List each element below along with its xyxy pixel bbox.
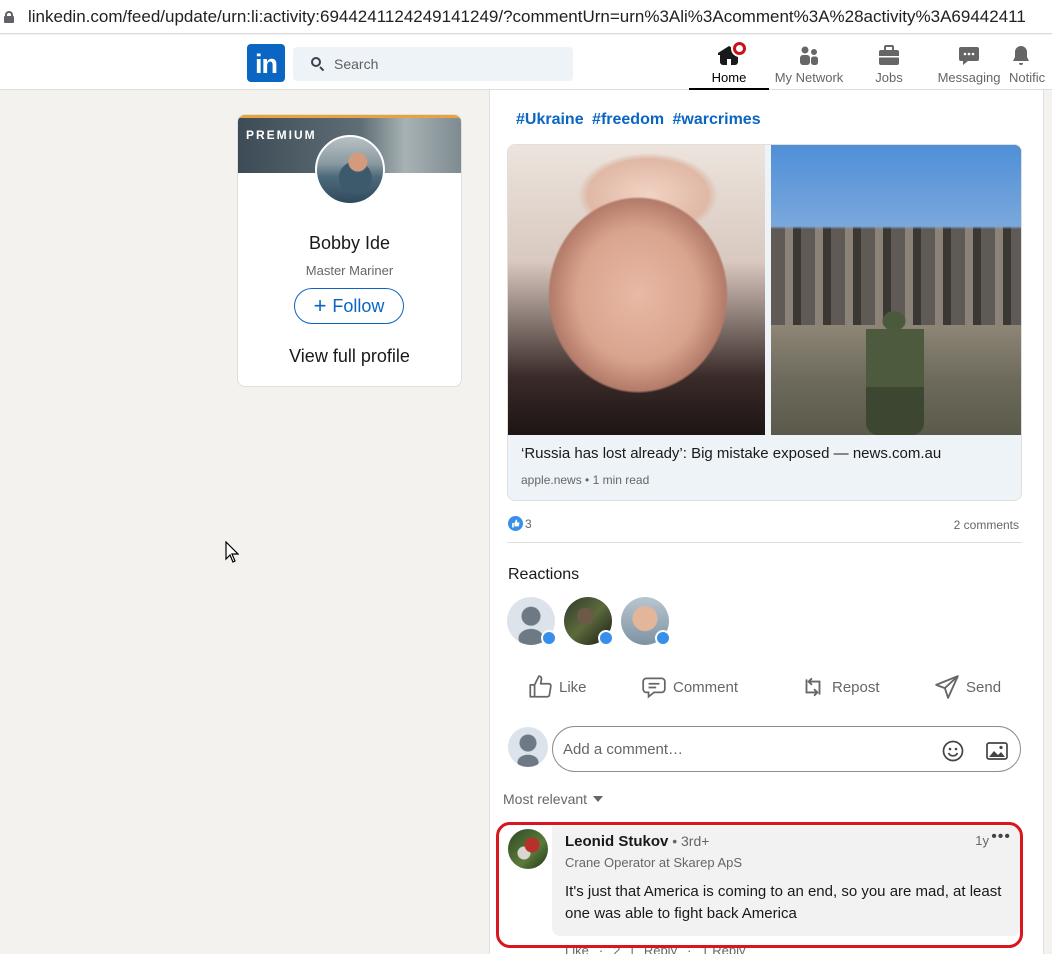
nav-home[interactable]: Home bbox=[689, 35, 769, 90]
send-icon bbox=[935, 675, 959, 699]
soldier-figure bbox=[866, 307, 924, 435]
send-button[interactable]: Send bbox=[934, 674, 1001, 700]
repost-button[interactable]: Repost bbox=[800, 674, 880, 700]
comment-button[interactable]: Comment bbox=[641, 674, 738, 700]
mouse-cursor-icon bbox=[225, 541, 239, 563]
image-icon[interactable] bbox=[985, 739, 1009, 763]
repost-label: Repost bbox=[832, 678, 880, 696]
search-input[interactable]: Search bbox=[293, 47, 573, 81]
reactor-avatar[interactable] bbox=[621, 597, 671, 646]
url-text[interactable]: linkedin.com/feed/update/urn:li:activity… bbox=[28, 7, 1026, 27]
search-placeholder: Search bbox=[334, 56, 379, 72]
hashtag-link[interactable]: #freedom bbox=[592, 111, 664, 128]
comment-input[interactable]: Add a comment… bbox=[552, 726, 1021, 772]
notification-dot-icon bbox=[731, 40, 748, 57]
view-full-profile-link[interactable]: View full profile bbox=[238, 346, 461, 367]
nav-notifications[interactable]: Notific bbox=[1009, 35, 1052, 89]
follow-label: Follow bbox=[332, 295, 385, 316]
comment-placeholder: Add a comment… bbox=[563, 740, 684, 758]
nav-jobs-label: Jobs bbox=[875, 70, 903, 85]
plus-icon: + bbox=[313, 293, 327, 318]
repost-icon bbox=[805, 677, 821, 697]
network-icon bbox=[800, 46, 818, 65]
linkedin-logo[interactable]: in bbox=[247, 44, 285, 82]
reactor-avatar[interactable] bbox=[507, 597, 557, 646]
sort-label: Most relevant bbox=[503, 791, 588, 807]
reaction-count[interactable]: 3 bbox=[508, 516, 532, 531]
divider bbox=[507, 542, 1022, 543]
search-icon bbox=[311, 57, 325, 71]
hashtag-link[interactable]: #warcrimes bbox=[673, 111, 761, 128]
nav-messaging[interactable]: Messaging bbox=[929, 35, 1009, 89]
sort-dropdown[interactable]: Most relevant bbox=[503, 791, 604, 807]
like-badge-icon bbox=[598, 630, 614, 646]
author-profile-card: PREMIUM Bobby Ide Master Mariner + Follo… bbox=[237, 114, 462, 387]
current-user-avatar bbox=[508, 727, 548, 767]
article-title[interactable]: ‘Russia has lost already’: Big mistake e… bbox=[521, 445, 941, 462]
post-hashtags: #Ukraine #freedom #warcrimes bbox=[516, 111, 765, 129]
comment-label: Comment bbox=[673, 678, 739, 696]
hashtag-link[interactable]: #Ukraine bbox=[516, 111, 584, 128]
like-label: Like bbox=[559, 678, 587, 696]
follow-button[interactable]: + Follow bbox=[294, 288, 404, 324]
profile-name[interactable]: Bobby Ide bbox=[238, 233, 461, 254]
profile-avatar[interactable] bbox=[315, 135, 385, 205]
highlight-annotation bbox=[496, 822, 1023, 948]
nav-home-label: Home bbox=[711, 70, 747, 85]
profile-headline: Master Mariner bbox=[305, 263, 394, 278]
nav-notifications-label: Notific bbox=[1009, 70, 1046, 85]
briefcase-icon bbox=[879, 45, 899, 65]
reaction-count-number: 3 bbox=[525, 516, 532, 531]
comment-icon bbox=[642, 677, 666, 699]
article-image-portrait bbox=[508, 145, 765, 435]
like-button[interactable]: Like bbox=[527, 674, 587, 700]
reactor-avatar[interactable] bbox=[564, 597, 614, 646]
like-badge-icon bbox=[541, 630, 557, 646]
article-source: apple.news • 1 min read bbox=[521, 473, 650, 487]
like-badge-icon bbox=[655, 630, 671, 646]
browser-address-bar[interactable]: linkedin.com/feed/update/urn:li:activity… bbox=[0, 0, 1052, 34]
emoji-icon[interactable] bbox=[941, 739, 965, 763]
lock-icon bbox=[4, 10, 14, 23]
nav-jobs[interactable]: Jobs bbox=[849, 35, 929, 89]
comments-count-link[interactable]: 2 comments bbox=[954, 518, 1019, 532]
global-nav: in Search Home My Network Jobs Messaging… bbox=[0, 35, 1052, 90]
caret-down-icon bbox=[593, 796, 604, 802]
chat-icon bbox=[959, 47, 979, 65]
article-preview[interactable]: ‘Russia has lost already’: Big mistake e… bbox=[507, 144, 1022, 501]
thumbs-up-icon bbox=[529, 675, 552, 698]
bell-icon bbox=[1013, 46, 1029, 65]
send-label: Send bbox=[966, 678, 1002, 696]
premium-badge: PREMIUM bbox=[246, 128, 317, 142]
reactions-heading: Reactions bbox=[508, 566, 580, 583]
nav-my-network-label: My Network bbox=[774, 70, 844, 85]
nav-messaging-label: Messaging bbox=[937, 70, 1001, 85]
like-reaction-icon bbox=[508, 516, 523, 531]
nav-my-network[interactable]: My Network bbox=[769, 35, 849, 89]
